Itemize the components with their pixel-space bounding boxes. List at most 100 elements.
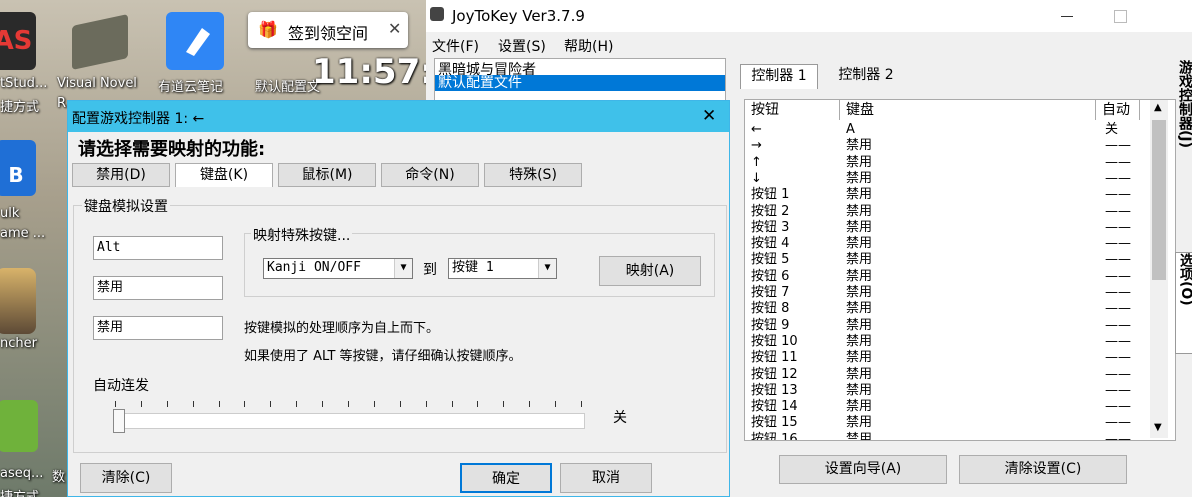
row-button: 按钮 10 (751, 333, 798, 349)
slider-tick (270, 401, 272, 407)
scroll-down-icon[interactable]: ▼ (1154, 422, 1162, 433)
side-tab-controller[interactable]: 游戏控制器(J) (1175, 60, 1192, 240)
desktop-icon-label[interactable]: 捷方式 (0, 486, 39, 497)
minimize-icon[interactable] (1061, 16, 1073, 17)
table-row[interactable]: 按钮 3 禁用 —— (745, 220, 1145, 236)
tab-controller-1[interactable]: 控制器 1 (740, 64, 818, 89)
table-row[interactable]: 按钮 11 禁用 —— (745, 350, 1145, 366)
col-key[interactable]: 键盘 (840, 100, 1096, 120)
slider-thumb[interactable] (113, 409, 125, 433)
launcher-icon[interactable] (0, 268, 36, 334)
table-row[interactable]: 按钮 2 禁用 —— (745, 204, 1145, 220)
special-key-from[interactable]: Kanji ON/OFF ▼ (263, 258, 413, 279)
key-field-2[interactable]: 禁用 (93, 276, 223, 300)
youdao-note-icon[interactable] (166, 12, 224, 70)
side-tab-label: 游戏控制器(J) (1177, 60, 1192, 149)
row-auto: —— (1105, 219, 1131, 235)
ok-button[interactable]: 确定 (460, 463, 552, 493)
slider-tick (115, 401, 116, 407)
key-field-3[interactable]: 禁用 (93, 316, 223, 340)
clear-button[interactable]: 清除(C) (80, 463, 172, 493)
row-auto: —— (1105, 203, 1131, 219)
slider-tick (348, 401, 349, 407)
special-key-to[interactable]: 按键 1 ▼ (448, 258, 557, 279)
table-row[interactable]: 按钮 5 禁用 —— (745, 252, 1145, 268)
row-key: 禁用 (846, 350, 873, 366)
col-button[interactable]: 按钮 (745, 100, 840, 120)
row-key: 禁用 (846, 219, 873, 235)
table-row[interactable]: 按钮 9 禁用 —— (745, 318, 1145, 334)
desktop-icon-label[interactable]: 捷方式 (0, 96, 39, 115)
setup-wizard-button[interactable]: 设置向导(A) (779, 455, 947, 484)
button-grid: 按钮 键盘 自动 ← A 关 → 禁用 —— ↑ 禁用 —— ↓ 禁用 —— 按钮 1 禁用 —— 按钮 2 禁… (744, 99, 1176, 441)
row-auto: —— (1105, 333, 1131, 349)
row-key: 禁用 (846, 236, 873, 252)
table-row[interactable]: 按钮 4 禁用 —— (745, 236, 1145, 252)
chevron-down-icon[interactable]: ▼ (394, 259, 412, 278)
desktop-icon-label[interactable]: ncher (0, 336, 37, 351)
special-from-value: Kanji ON/OFF (267, 260, 361, 275)
table-row[interactable]: 按钮 12 禁用 —— (745, 367, 1145, 383)
table-row[interactable]: → 禁用 —— (745, 138, 1145, 154)
side-tab-options[interactable]: 选项(O) (1175, 252, 1192, 354)
close-icon[interactable]: ✕ (702, 106, 716, 126)
table-row[interactable]: 按钮 16 禁用 —— (745, 431, 1145, 441)
table-row[interactable]: 按钮 8 禁用 —— (745, 301, 1145, 317)
tab-disabled[interactable]: 禁用(D) (72, 163, 170, 187)
tab-mouse[interactable]: 鼠标(M) (278, 163, 376, 187)
table-row[interactable]: 按钮 15 禁用 —— (745, 415, 1145, 431)
close-icon[interactable]: ✕ (388, 19, 401, 38)
desktop-icon-label[interactable]: ame ... (0, 226, 45, 241)
profile-item-selected[interactable]: 默认配置文件 (435, 75, 725, 91)
col-auto[interactable]: 自动 (1096, 100, 1140, 120)
scroll-up-icon[interactable]: ▲ (1154, 102, 1162, 113)
tab-command[interactable]: 命令(N) (381, 163, 479, 187)
hexagon-app-icon[interactable] (0, 400, 38, 452)
b-app-icon[interactable]: B (0, 140, 36, 196)
desktop-icon-label[interactable]: aseq... (0, 466, 43, 481)
table-row[interactable]: ↑ 禁用 —— (745, 155, 1145, 171)
table-row[interactable]: ↓ 禁用 —— (745, 171, 1145, 187)
desktop-icon-label[interactable]: ulk (0, 206, 19, 221)
clear-settings-button[interactable]: 清除设置(C) (959, 455, 1127, 484)
row-button: 按钮 7 (751, 285, 790, 300)
table-row[interactable]: ← A 关 (745, 122, 1145, 138)
menu-settings[interactable]: 设置(S) (498, 36, 546, 56)
key-field-1[interactable]: Alt (93, 236, 223, 260)
row-button: 按钮 1 (751, 187, 790, 203)
table-row[interactable]: 按钮 14 禁用 —— (745, 399, 1145, 415)
title-bar: JoyToKey Ver3.7.9 (426, 0, 1192, 32)
table-row[interactable]: 按钮 1 禁用 —— (745, 187, 1145, 203)
map-button[interactable]: 映射(A) (599, 256, 701, 286)
menu-file[interactable]: 文件(F) (432, 36, 479, 56)
row-key: 禁用 (846, 154, 873, 170)
desktop-icon-label[interactable]: 数 (52, 466, 65, 485)
desktop-icon-label[interactable]: 有道云笔记 (158, 76, 223, 95)
scroll-thumb[interactable] (1152, 120, 1166, 280)
desktop-icon-label[interactable]: tStud... (0, 76, 47, 91)
table-row[interactable]: 按钮 6 禁用 —— (745, 269, 1145, 285)
slider-tick (244, 401, 246, 407)
tab-controller-2[interactable]: 控制器 2 (828, 64, 904, 86)
scrollbar[interactable]: ▲ ▼ (1150, 100, 1168, 438)
table-row[interactable]: 按钮 13 禁用 —— (745, 383, 1145, 399)
desktop-icon-label[interactable]: 默认配置文 (255, 76, 320, 95)
maximize-icon[interactable] (1114, 10, 1127, 23)
tab-keyboard[interactable]: 键盘(K) (175, 163, 273, 187)
table-row[interactable]: 按钮 7 禁用 —— (745, 285, 1145, 301)
tab-special[interactable]: 特殊(S) (484, 163, 582, 187)
row-auto: —— (1105, 154, 1131, 170)
gift-icon: 🎁 (258, 20, 278, 39)
row-key: 禁用 (846, 431, 873, 441)
auto-fire-slider[interactable] (113, 401, 588, 433)
row-auto: 关 (1105, 122, 1119, 137)
desktop-icon-label[interactable]: Visual Novel (57, 76, 137, 91)
chevron-down-icon[interactable]: ▼ (538, 259, 556, 278)
table-row[interactable]: 按钮 10 禁用 —— (745, 334, 1145, 350)
book-icon[interactable] (72, 14, 128, 70)
cancel-button[interactable]: 取消 (560, 463, 652, 493)
menu-help[interactable]: 帮助(H) (564, 36, 613, 56)
checkin-popup[interactable]: 🎁 签到领空间 ✕ (248, 12, 408, 48)
checkin-text: 签到领空间 (288, 24, 369, 43)
app-icon[interactable]: AS (0, 12, 36, 70)
